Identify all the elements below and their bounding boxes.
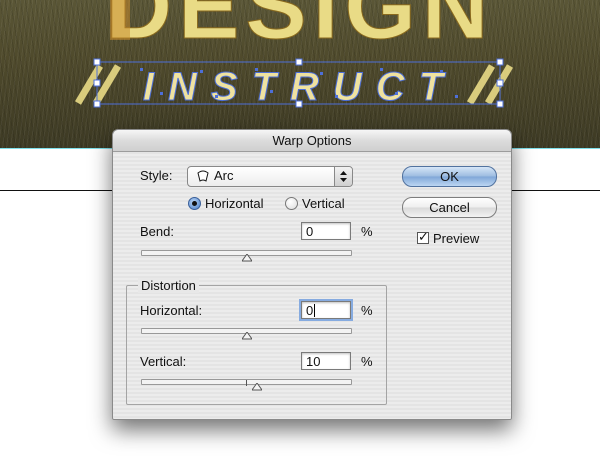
preview-label: Preview [433, 231, 480, 246]
bend-slider-thumb[interactable] [242, 254, 252, 262]
handle-bottom-center[interactable] [295, 100, 303, 108]
handle-middle-left[interactable] [93, 79, 101, 87]
slider-center-tick [246, 380, 247, 386]
distortion-group-title: Distortion [138, 278, 199, 293]
preview-checkbox[interactable] [417, 229, 429, 245]
handle-bottom-right[interactable] [496, 100, 504, 108]
artwork-canvas: DESIGN INSTRUCT [74, 0, 514, 110]
style-label: Style: [140, 168, 173, 183]
handle-middle-right[interactable] [496, 79, 504, 87]
style-select[interactable]: Arc [187, 166, 353, 187]
handle-top-center[interactable] [295, 58, 303, 66]
distortion-vertical-unit: % [361, 354, 373, 369]
style-select-value: Arc [214, 168, 234, 183]
headline-text: DESIGN [106, 0, 495, 58]
distortion-horizontal-slider-thumb[interactable] [242, 332, 252, 340]
distortion-vertical-slider-thumb[interactable] [252, 383, 262, 391]
distortion-horizontal-value: 0 [306, 303, 314, 318]
bend-label: Bend: [140, 224, 174, 239]
text-caret [314, 304, 316, 317]
horizontal-radio-label: Horizontal [205, 196, 264, 211]
dialog-title: Warp Options [272, 133, 352, 148]
distortion-vertical-input[interactable]: 10 [301, 352, 351, 370]
arc-icon [197, 170, 209, 182]
bend-unit: % [361, 224, 373, 239]
vertical-radio-label: Vertical [302, 196, 345, 211]
updown-arrows-icon [340, 171, 347, 182]
ok-button[interactable]: OK [402, 166, 497, 187]
bend-input[interactable]: 0 [301, 222, 351, 240]
headline-shadow [110, 0, 130, 40]
distortion-horizontal-input[interactable]: 0 [301, 301, 351, 319]
distortion-horizontal-label: Horizontal: [140, 303, 203, 318]
handle-top-right[interactable] [496, 58, 504, 66]
distortion-horizontal-unit: % [361, 303, 373, 318]
horizontal-radio[interactable] [188, 197, 201, 210]
vertical-radio[interactable] [285, 197, 298, 210]
warp-options-dialog: Warp Options Style: Arc Horizontal Verti… [112, 129, 512, 420]
handle-bottom-left[interactable] [93, 100, 101, 108]
style-select-arrows[interactable] [334, 167, 352, 186]
dialog-titlebar[interactable]: Warp Options [113, 130, 511, 152]
handle-top-left[interactable] [93, 58, 101, 66]
cancel-button[interactable]: Cancel [402, 197, 497, 218]
distortion-vertical-label: Vertical: [140, 354, 187, 369]
